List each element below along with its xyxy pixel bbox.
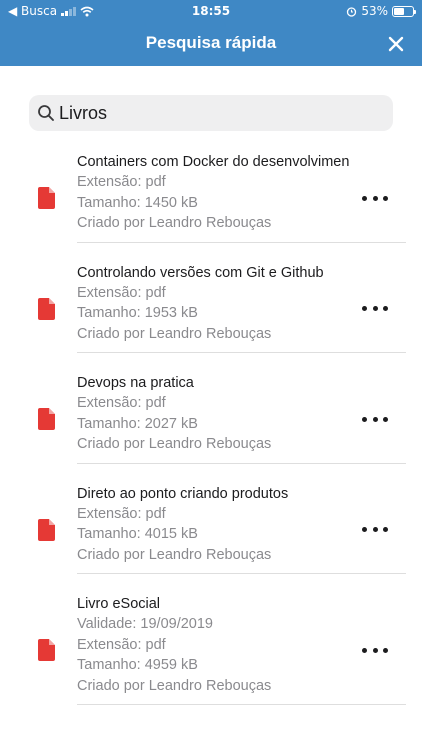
list-item[interactable]: Direto ao ponto criando produtos Extensão… — [0, 474, 422, 585]
battery-icon — [392, 5, 416, 17]
status-bar: ◀ Busca 18:55 53% — [0, 0, 422, 22]
file-title: Direto ao ponto criando produtos — [77, 485, 289, 502]
pdf-file-icon — [38, 187, 55, 209]
file-meta: Criado por Leandro Rebouças — [77, 325, 272, 342]
page-title: Pesquisa rápida — [145, 33, 277, 52]
file-title: Devops na pratica — [77, 375, 194, 391]
file-meta: Extensão: pdf — [77, 505, 166, 522]
more-dot-icon — [383, 306, 388, 311]
file-meta: Extensão: pdf — [77, 284, 166, 301]
status-right: 53% — [346, 4, 416, 18]
results-list: Containers com Docker do desenvolvimen Ex… — [0, 142, 422, 715]
list-item[interactable]: Controlando versões com Git e Github Exte… — [0, 253, 422, 364]
more-dot-icon — [372, 306, 378, 311]
more-dot-icon — [383, 647, 388, 653]
more-options-button[interactable] — [362, 520, 388, 540]
more-dot-icon — [362, 195, 367, 201]
more-dot-icon — [372, 195, 378, 201]
more-options-button[interactable] — [362, 640, 388, 660]
list-item-content: Devops na pratica Extensão: pdf Tamanho: 2… — [77, 373, 406, 464]
more-dot-icon — [383, 195, 388, 201]
pdf-file-icon — [38, 297, 55, 320]
more-options-button[interactable] — [362, 188, 388, 208]
header-bar: Pesquisa rápida — [0, 22, 422, 66]
list-item-content: Livro eSocial Validade: 19/09/2019 Extensã… — [77, 594, 406, 705]
search-input[interactable] — [59, 102, 379, 124]
more-dot-icon — [362, 647, 367, 653]
file-meta: Validade: 19/09/2019 — [77, 616, 213, 632]
more-dot-icon — [372, 527, 378, 532]
file-meta: Extensão: pdf — [77, 174, 166, 190]
more-options-button[interactable] — [362, 409, 388, 429]
list-item-content: Containers com Docker do desenvolvimen Ex… — [77, 152, 406, 243]
pdf-file-icon — [38, 639, 55, 661]
close-icon[interactable] — [384, 32, 408, 56]
file-meta: Extensão: pdf — [77, 636, 166, 653]
more-dot-icon — [362, 527, 367, 532]
list-item[interactable]: Devops na pratica Extensão: pdf Tamanho: 2… — [0, 363, 422, 474]
more-options-button[interactable] — [362, 299, 388, 319]
file-meta: Criado por Leandro Rebouças — [77, 436, 272, 452]
file-title: Livro eSocial — [77, 596, 161, 612]
file-meta: Criado por Leandro Rebouças — [77, 677, 272, 694]
file-title: Containers com Docker do desenvolvimen — [77, 154, 350, 170]
file-meta: Tamanho: 2027 kB — [77, 415, 198, 432]
list-item[interactable]: Containers com Docker do desenvolvimen Ex… — [0, 142, 422, 253]
more-dot-icon — [362, 416, 367, 422]
list-item[interactable]: Livro eSocial Validade: 19/09/2019 Extensã… — [0, 584, 422, 715]
pdf-file-icon — [38, 518, 55, 541]
file-meta: Criado por Leandro Rebouças — [77, 546, 272, 563]
file-meta: Tamanho: 4959 kB — [77, 657, 198, 673]
alarm-icon — [347, 6, 357, 17]
file-meta: Tamanho: 4015 kB — [77, 526, 198, 542]
more-dot-icon — [383, 527, 388, 532]
file-title: Controlando versões com Git e Github — [77, 264, 324, 281]
more-dot-icon — [362, 306, 367, 311]
file-meta: Tamanho: 1450 kB — [77, 194, 198, 211]
search-icon — [38, 105, 54, 121]
file-meta: Tamanho: 1953 kB — [77, 305, 198, 321]
battery-percent: 53% — [361, 4, 388, 18]
file-meta: Extensão: pdf — [77, 395, 166, 411]
list-item-content: Direto ao ponto criando produtos Extensão… — [77, 484, 406, 574]
pdf-file-icon — [38, 408, 55, 430]
search-bar[interactable] — [29, 95, 393, 131]
more-dot-icon — [372, 647, 378, 653]
file-meta: Criado por Leandro Rebouças — [77, 215, 272, 231]
list-item-content: Controlando versões com Git e Github Exte… — [77, 263, 406, 353]
more-dot-icon — [383, 416, 388, 422]
more-dot-icon — [372, 416, 378, 422]
